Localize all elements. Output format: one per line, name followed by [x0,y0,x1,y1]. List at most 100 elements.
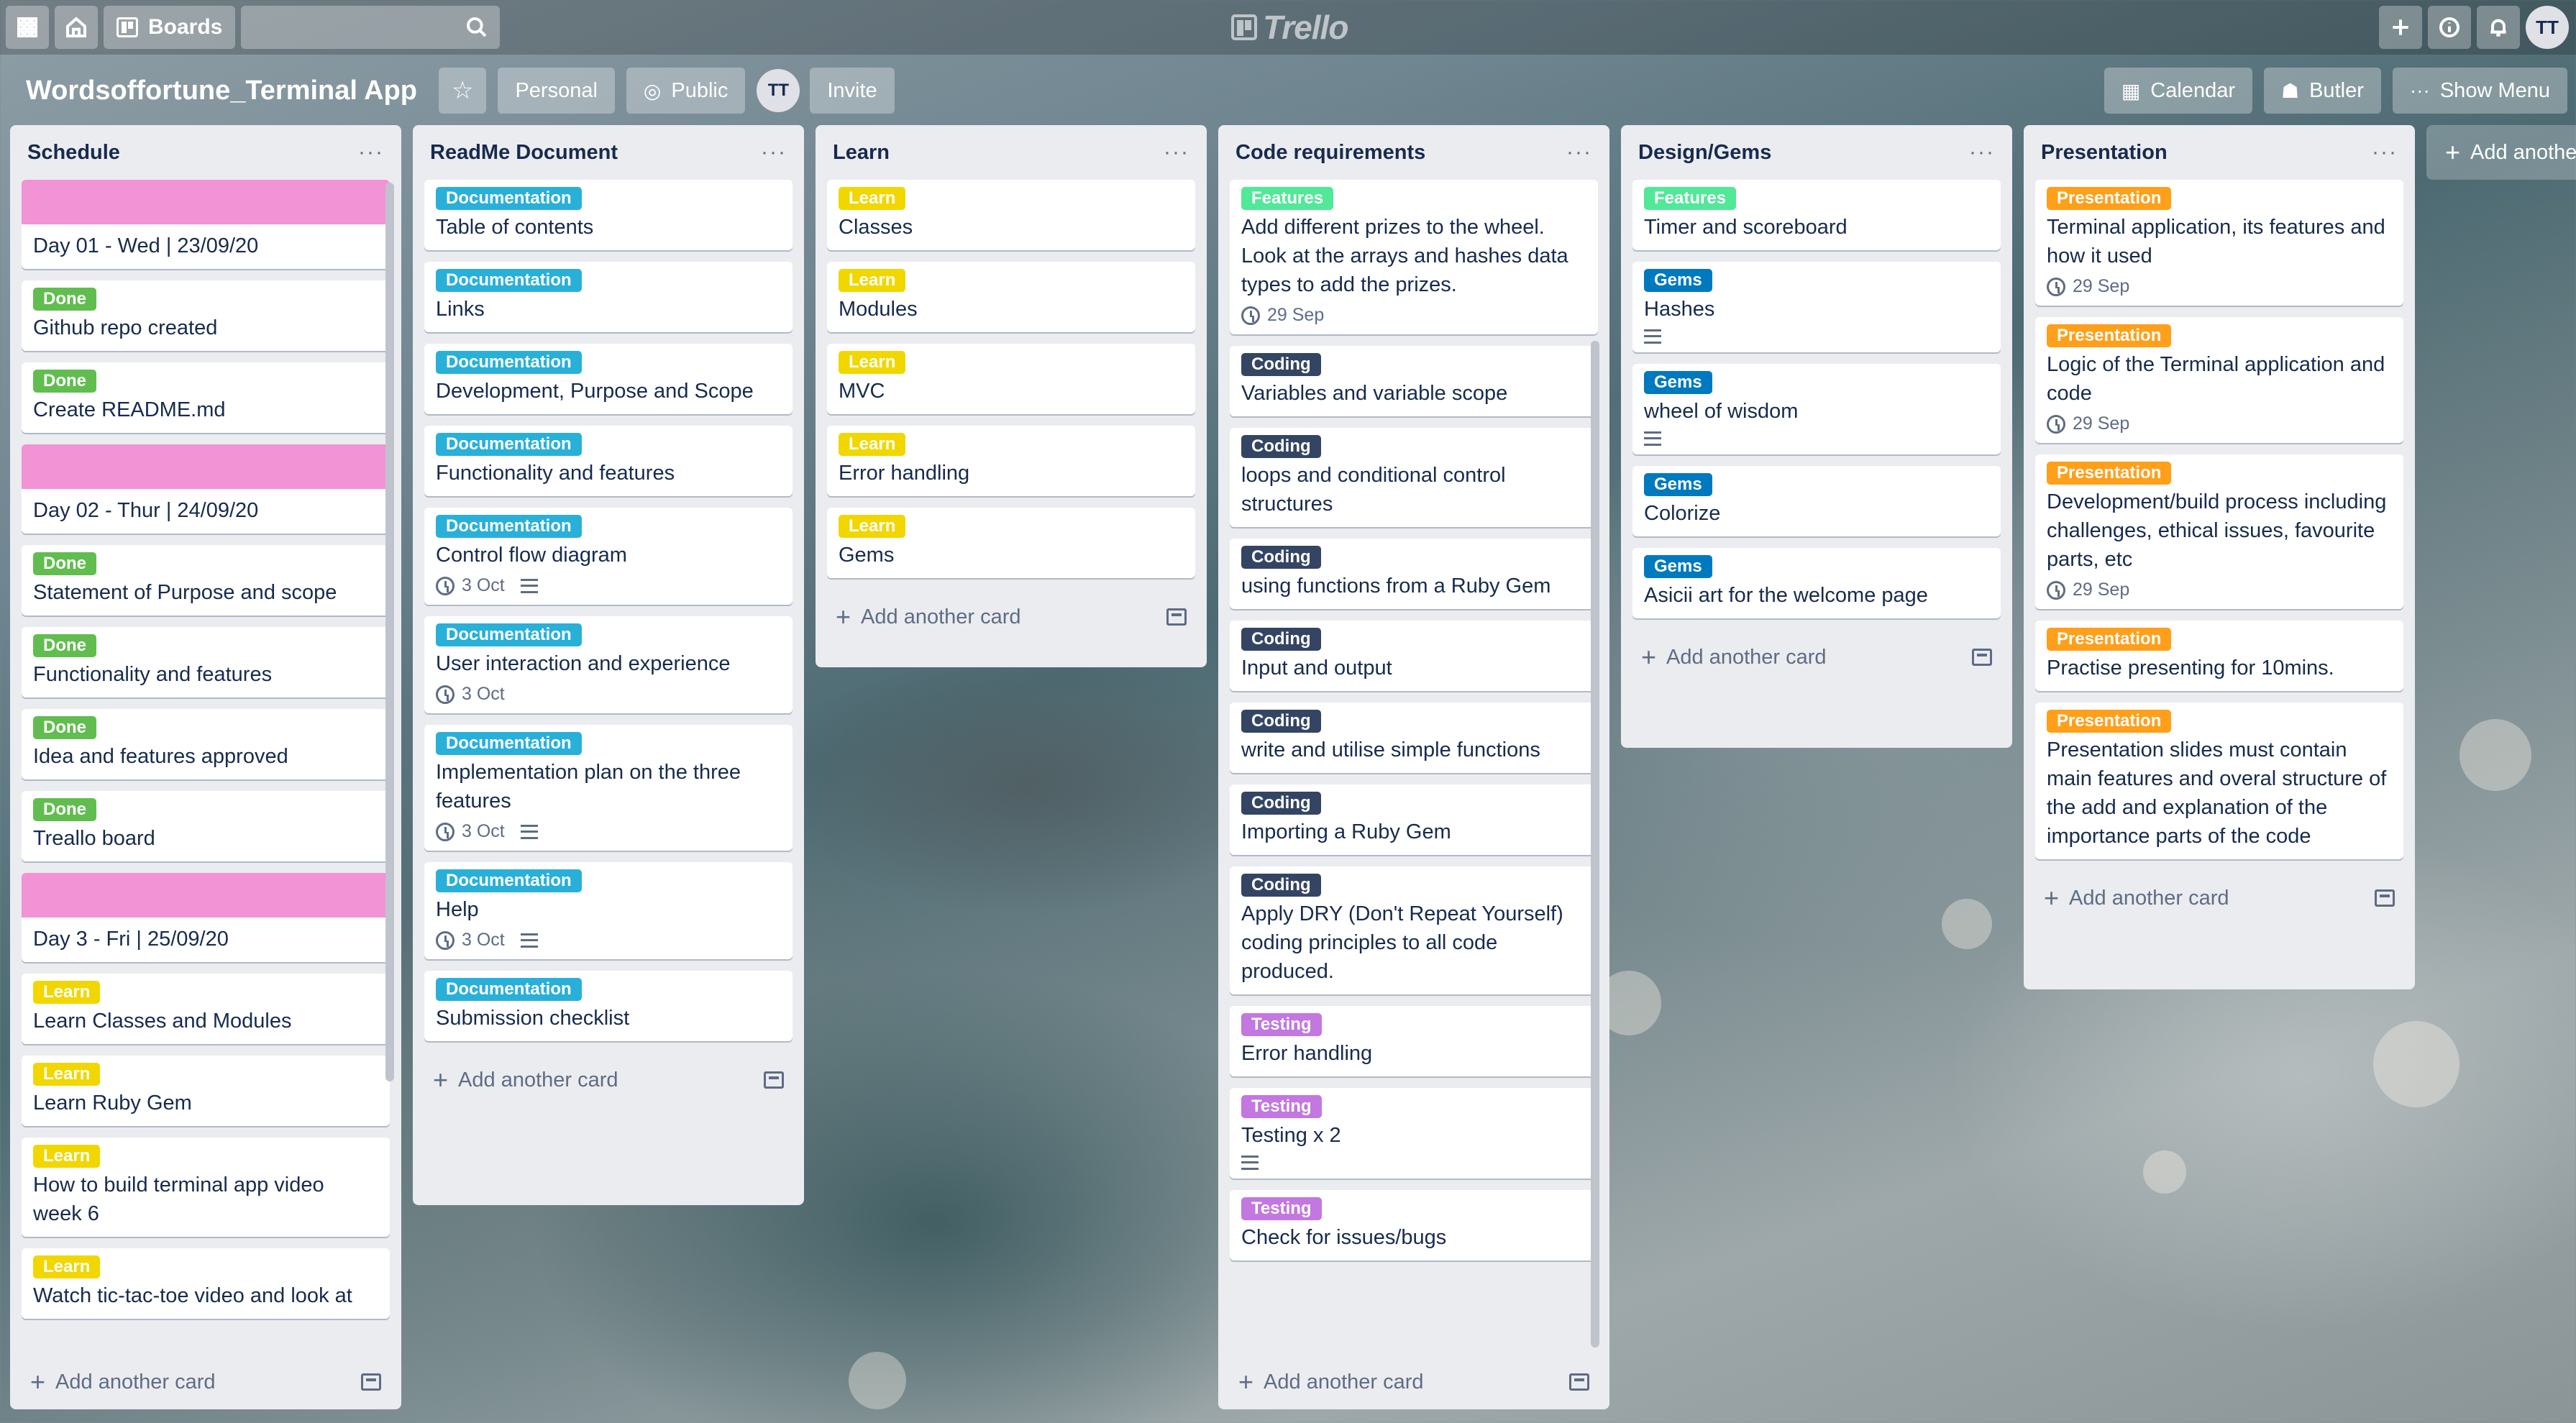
card[interactable]: Coding loops and conditional control stru… [1230,428,1598,527]
create-from-template-icon[interactable] [2375,889,2395,907]
card[interactable]: Coding Input and output [1230,621,1598,691]
list-title[interactable]: Presentation [2041,141,2168,165]
add-card-button[interactable]: + Add another card [2035,871,2403,925]
calendar-label: Calendar [2150,78,2235,102]
card[interactable]: Learn Classes [827,180,1195,250]
card[interactable]: Done Idea and features approved [22,709,390,779]
apps-grid-button[interactable] [6,6,49,49]
list-menu-icon[interactable]: ··· [1969,140,1995,165]
card[interactable]: Learn Watch tic-tac-toe video and look at [22,1248,390,1319]
add-list-button[interactable]: + Add another list [2426,125,2576,180]
card[interactable]: Documentation User interaction and experi… [424,616,793,713]
card[interactable]: Testing Check for issues/bugs [1230,1190,1598,1260]
card[interactable]: Gems Colorize [1632,466,2001,536]
create-from-template-icon[interactable] [1166,608,1187,626]
card[interactable]: Learn Gems [827,508,1195,578]
create-from-template-icon[interactable] [1972,649,1992,666]
home-button[interactable] [55,6,98,49]
star-button[interactable]: ☆ [438,68,487,114]
create-from-template-icon[interactable] [361,1373,381,1391]
card-title: Colorize [1644,502,1721,525]
card[interactable]: Done Functionality and features [22,627,390,697]
create-from-template-icon[interactable] [764,1071,784,1089]
info-button[interactable] [2428,6,2471,49]
list-title[interactable]: Code requirements [1236,141,1425,165]
card[interactable]: Coding Apply DRY (Don't Repeat Yourself) … [1230,866,1598,994]
card[interactable]: Gems Asicii art for the welcome page [1632,548,2001,618]
add-card-button[interactable]: + Add another card [22,1355,390,1409]
card[interactable]: Gems wheel of wisdom [1632,364,2001,454]
card[interactable]: Documentation Implementation plan on the … [424,725,793,851]
add-card-button[interactable]: + Add another card [1632,630,2001,685]
card[interactable]: Presentation Logic of the Terminal applic… [2035,317,2403,443]
card[interactable]: Presentation Presentation slides must con… [2035,703,2403,859]
card[interactable]: Learn Learn Ruby Gem [22,1056,390,1126]
card[interactable]: Features Timer and scoreboard [1632,180,2001,250]
butler-button[interactable]: ☗ Butler [2263,68,2381,114]
card[interactable]: Documentation Table of contents [424,180,793,250]
create-from-template-icon[interactable] [1569,1373,1589,1391]
add-card-button[interactable]: + Add another card [424,1053,793,1107]
card[interactable]: Documentation Development, Purpose and Sc… [424,344,793,414]
card[interactable]: Learn Modules [827,262,1195,332]
card[interactable]: Learn How to build terminal app video wee… [22,1138,390,1237]
card[interactable]: Testing Error handling [1230,1006,1598,1076]
list-scrollbar[interactable] [385,183,394,1081]
card[interactable]: Documentation Functionality and features [424,426,793,496]
create-button[interactable] [2379,6,2422,49]
notifications-button[interactable] [2477,6,2520,49]
list-title[interactable]: ReadMe Document [430,141,618,165]
card[interactable]: Presentation Development/build process in… [2035,454,2403,609]
card[interactable]: Coding Importing a Ruby Gem [1230,784,1598,855]
card-badges [1644,431,1989,446]
invite-button[interactable]: Invite [810,68,895,114]
card[interactable]: Documentation Submission checklist [424,971,793,1041]
card-title: Treallo board [33,827,155,850]
board-title[interactable]: Wordsoffortune_Terminal App [26,76,417,106]
privacy-button[interactable]: ◎ Public [626,68,746,114]
add-card-button[interactable]: + Add another card [1230,1355,1598,1409]
list-menu-icon[interactable]: ··· [358,140,384,165]
card[interactable]: Day 01 - Wed | 23/09/20 [22,180,390,269]
list-menu-icon[interactable]: ··· [2372,140,2398,165]
boards-button[interactable]: Boards [104,6,236,49]
card[interactable]: Features Add different prizes to the whee… [1230,180,1598,334]
card[interactable]: Day 02 - Thur | 24/09/20 [22,444,390,534]
card[interactable]: Presentation Terminal application, its fe… [2035,180,2403,306]
show-menu-button[interactable]: ··· Show Menu [2392,68,2567,114]
card[interactable]: Testing Testing x 2 [1230,1088,1598,1179]
trello-logo[interactable]: Trello [1231,7,1348,47]
user-avatar[interactable]: TT [2526,6,2569,49]
card[interactable]: Documentation Control flow diagram 3 Oct [424,508,793,605]
card[interactable]: Done Treallo board [22,791,390,861]
team-visibility-button[interactable]: Personal [498,68,615,114]
list-title[interactable]: Schedule [27,141,120,165]
card[interactable]: Presentation Practise presenting for 10mi… [2035,621,2403,691]
add-card-left: + Add another card [30,1367,216,1397]
add-card-button[interactable]: + Add another card [827,590,1195,644]
card[interactable]: Documentation Help 3 Oct [424,862,793,959]
card[interactable]: Coding write and utilise simple functions [1230,703,1598,773]
list-title[interactable]: Design/Gems [1638,141,1771,165]
card-title: using functions from a Ruby Gem [1241,575,1551,598]
card[interactable]: Learn Learn Classes and Modules [22,974,390,1044]
list-menu-icon[interactable]: ··· [1164,140,1189,165]
card[interactable]: Done Create README.md [22,362,390,433]
card[interactable]: Documentation Links [424,262,793,332]
list-menu-icon[interactable]: ··· [761,140,787,165]
card[interactable]: Coding using functions from a Ruby Gem [1230,539,1598,609]
due-date-text: 29 Sep [2073,580,2130,600]
search-input[interactable] [241,6,501,49]
list-menu-icon[interactable]: ··· [1566,140,1592,165]
card[interactable]: Coding Variables and variable scope [1230,346,1598,416]
calendar-button[interactable]: ▦ Calendar [2104,68,2252,114]
card[interactable]: Learn MVC [827,344,1195,414]
list-title[interactable]: Learn [833,141,890,165]
list-scrollbar[interactable] [1591,341,1599,1347]
member-avatar[interactable]: TT [757,69,800,112]
card[interactable]: Done Statement of Purpose and scope [22,545,390,616]
card[interactable]: Done Github repo created [22,280,390,351]
card[interactable]: Day 3 - Fri | 25/09/20 [22,873,390,962]
card[interactable]: Learn Error handling [827,426,1195,496]
card[interactable]: Gems Hashes [1632,262,2001,352]
